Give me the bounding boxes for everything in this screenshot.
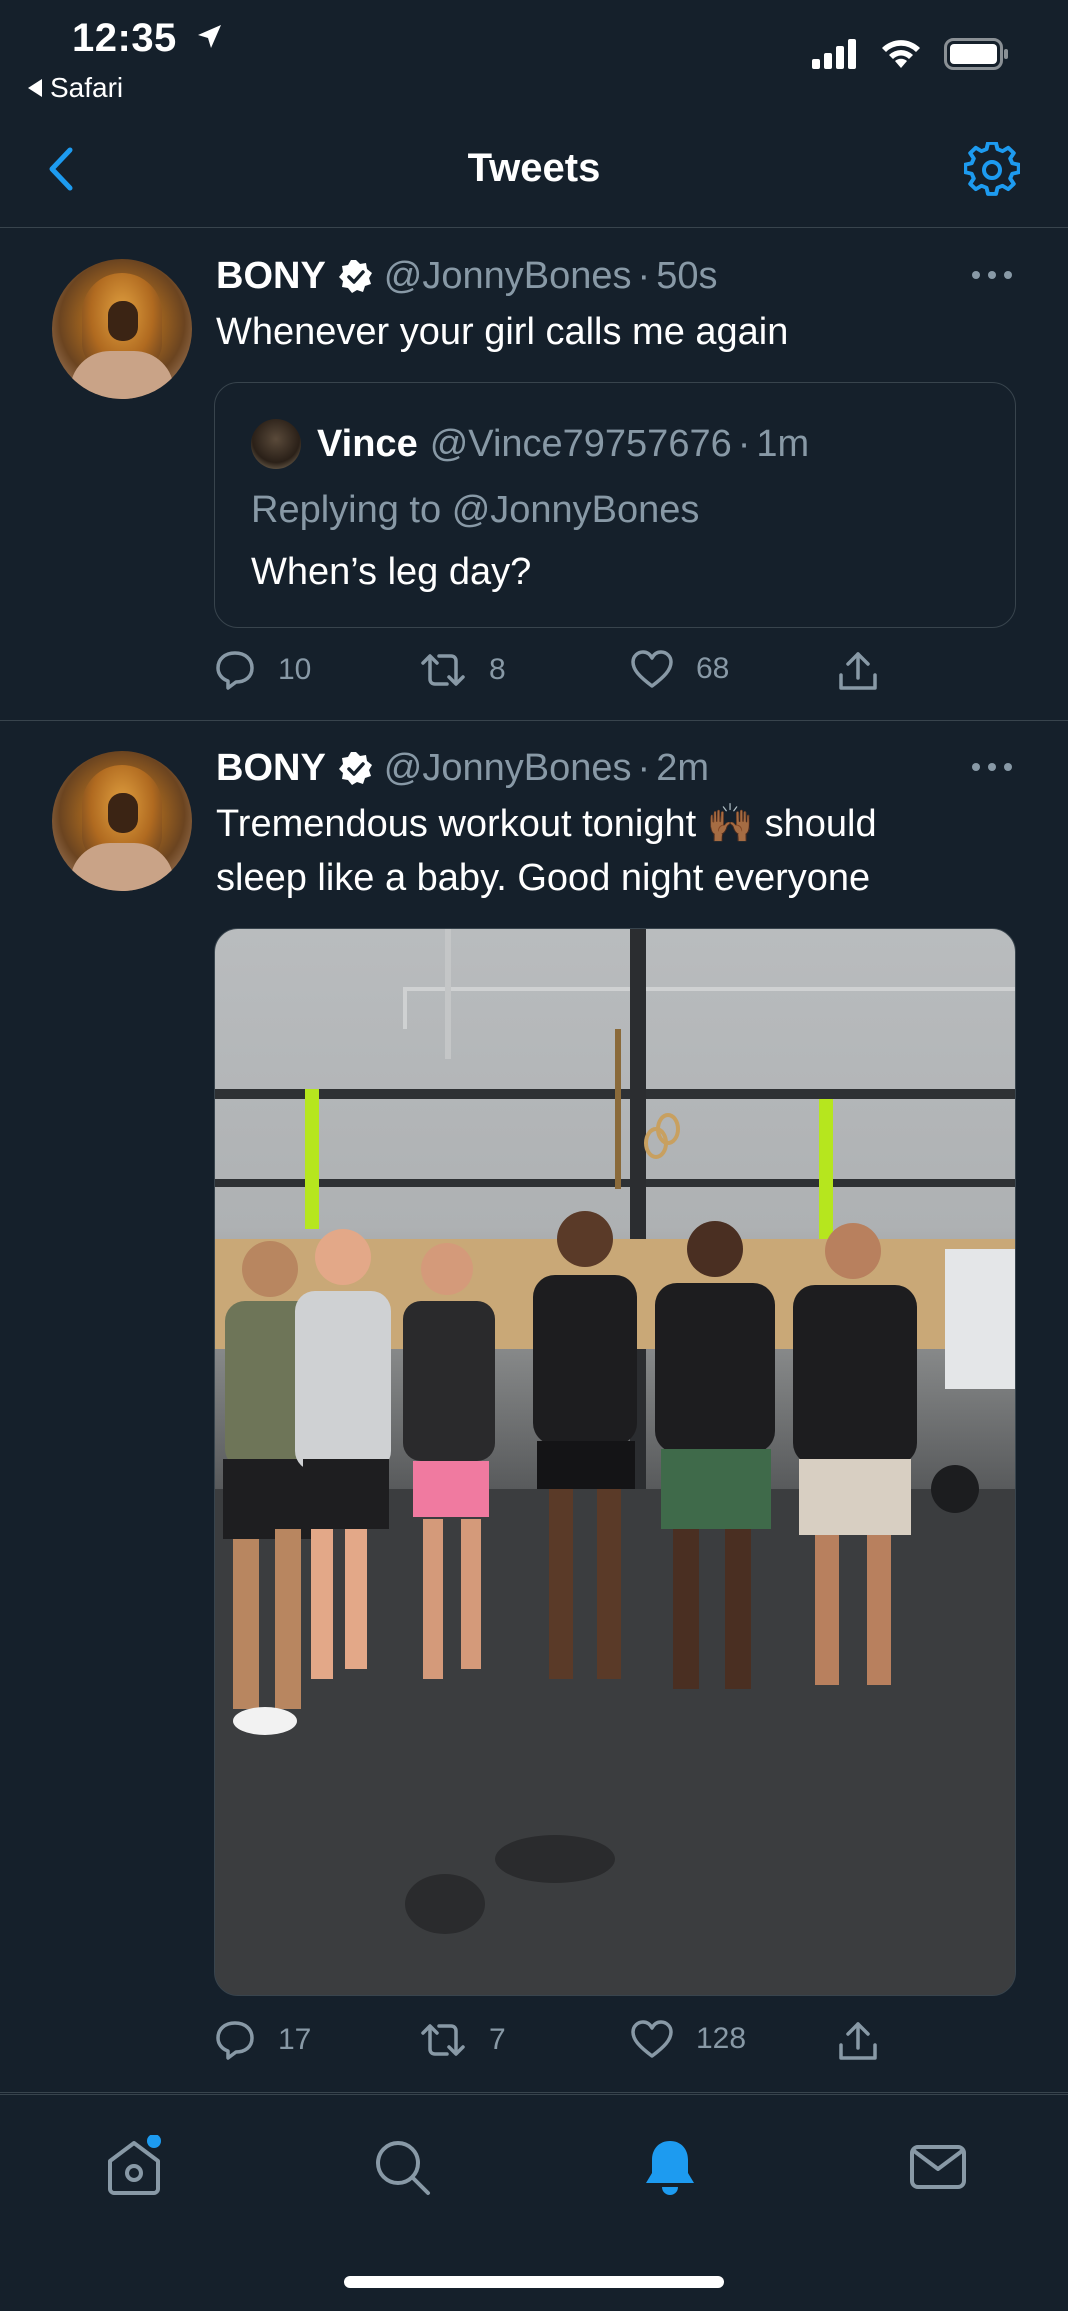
search-icon[interactable] [370,2135,434,2199]
more-options-icon[interactable] [972,269,1012,281]
heart-icon [631,2020,673,2058]
tweet-text-line-1: Tremendous workout tonight 🙌🏾 should [216,803,877,845]
tweet-header: BONY @JonnyBones · 50s [216,255,717,298]
battery-icon [944,38,1008,70]
tweet-actions: 10 8 68 [214,649,904,699]
tweet-time: 50s [656,255,718,297]
author-handle[interactable]: @JonnyBones [384,255,632,298]
share-button[interactable] [836,2019,880,2063]
back-triangle-icon [28,79,42,97]
home-icon[interactable] [102,2135,166,2199]
quoted-author-avatar [251,419,301,469]
status-time: 12:35 [72,16,177,60]
author-handle[interactable]: @JonnyBones [384,747,632,790]
tweet-time: 2m [656,747,709,789]
quoted-tweet-time: 1m [756,422,810,465]
author-name[interactable]: BONY [216,255,326,298]
tweet-text-line-2: sleep like a baby. Good night everyone [216,857,871,899]
reply-icon [216,651,254,690]
verified-badge-icon [338,259,372,293]
retweet-button[interactable]: 8 [419,649,506,691]
separator-dot: · [637,255,651,297]
notifications-bell-icon[interactable] [638,2135,702,2199]
retweet-icon [421,2024,465,2056]
like-button[interactable]: 68 [630,649,729,689]
reply-count: 10 [278,653,312,686]
quoted-author-handle: @Vince79757676 [429,422,732,465]
gym-group-photo-illustration [215,929,1015,1995]
back-to-safari[interactable]: Safari [28,72,123,104]
quoted-tweet[interactable]: Vince @Vince79757676 · 1m Replying to @J… [214,382,1016,628]
retweet-button[interactable]: 7 [419,2019,506,2061]
quoted-tweet-text: When’s leg day? [251,551,532,593]
author-name[interactable]: BONY [216,747,326,790]
author-avatar[interactable] [52,259,192,399]
share-button[interactable] [836,649,880,693]
quoted-author-name: Vince [317,422,418,465]
like-count: 68 [696,652,730,685]
reply-button[interactable]: 10 [214,649,311,691]
tweet-text: Tremendous workout tonight 🙌🏾 should sle… [216,797,877,905]
heart-icon [631,650,673,688]
retweet-count: 8 [489,653,506,686]
wifi-icon [882,40,920,68]
retweet-icon [421,654,465,686]
back-app-label: Safari [50,72,124,103]
author-avatar[interactable] [52,751,192,891]
verified-badge-icon [338,751,372,785]
tweet-header: BONY @JonnyBones · 2m [216,747,709,790]
messages-icon[interactable] [906,2135,970,2199]
tweet-text: Whenever your girl calls me again [216,311,789,353]
like-count: 128 [696,2022,747,2055]
home-notification-dot [147,2135,161,2148]
tweet-actions: 17 7 128 [214,2019,904,2069]
separator-dot: · [737,422,751,465]
settings-gear-icon[interactable] [964,142,1020,198]
more-options-icon[interactable] [972,761,1012,773]
retweet-count: 7 [489,2023,506,2056]
home-indicator[interactable] [344,2276,724,2288]
location-arrow-icon [198,25,221,48]
share-icon [839,652,877,690]
replying-to-prefix: Replying to [251,489,442,531]
cellular-signal-icon [812,39,856,69]
reply-button[interactable]: 17 [214,2019,311,2061]
system-icons [812,38,1010,70]
reply-count: 17 [278,2023,312,2056]
tweet-2[interactable]: BONY @JonnyBones · 2m Tremendous workout… [0,721,1068,2093]
replying-to: Replying to @JonnyBones [251,489,699,532]
tweet-photo[interactable] [214,928,1016,1996]
replying-to-handle: @JonnyBones [451,489,700,531]
tweet-1[interactable]: BONY @JonnyBones · 50s Whenever your gir… [0,229,1068,721]
status-bar: 12:35 Safari [0,0,1068,110]
navigation-bar: Tweets [0,110,1068,228]
page-title: Tweets [467,146,601,190]
like-button[interactable]: 128 [630,2019,746,2059]
share-icon [839,2022,877,2060]
reply-icon [216,2021,254,2060]
separator-dot: · [637,747,651,789]
quoted-tweet-header: Vince @Vince79757676 · 1m [251,419,809,469]
